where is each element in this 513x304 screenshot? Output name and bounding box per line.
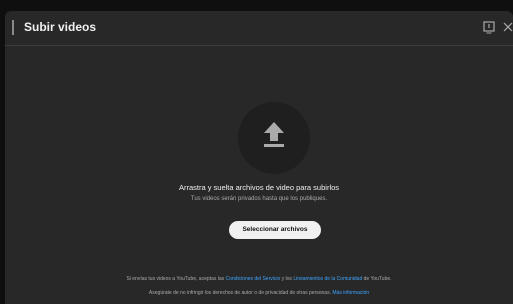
upload-drop-target[interactable] <box>238 102 310 174</box>
more-info-link[interactable]: Más información <box>332 290 369 296</box>
dialog-title: Subir videos <box>24 20 97 34</box>
feedback-flag-icon[interactable] <box>482 20 496 34</box>
footer-text: de YouTube. <box>362 276 392 282</box>
upload-arrow-icon <box>264 122 284 147</box>
footer-text: Si envías tus videos a YouTube, aceptas … <box>126 276 226 282</box>
page-backdrop: Subir videos Arrastra y suelta archivos … <box>0 0 513 304</box>
close-icon[interactable] <box>503 20 513 34</box>
select-files-button[interactable]: Seleccionar archivos <box>229 221 321 239</box>
privacy-note: Tus videos serán privados hasta que los … <box>190 196 328 202</box>
dialog-header: Subir videos <box>5 11 513 46</box>
community-guidelines-link[interactable]: Lineamientos de la Comunidad <box>293 276 362 282</box>
upload-headline: Arrastra y suelta archivos de video para… <box>178 183 340 192</box>
header-divider <box>12 20 14 35</box>
upload-dialog: Subir videos Arrastra y suelta archivos … <box>5 11 513 304</box>
terms-of-service-link[interactable]: Condiciones del Servicio <box>225 276 280 282</box>
footer-text: y los <box>280 276 294 282</box>
footer-text: Asegúrate de no infringir los derechos d… <box>148 290 333 296</box>
footer-terms-line: Si envías tus videos a YouTube, aceptas … <box>5 276 513 282</box>
footer-copyright-line: Asegúrate de no infringir los derechos d… <box>5 290 513 296</box>
